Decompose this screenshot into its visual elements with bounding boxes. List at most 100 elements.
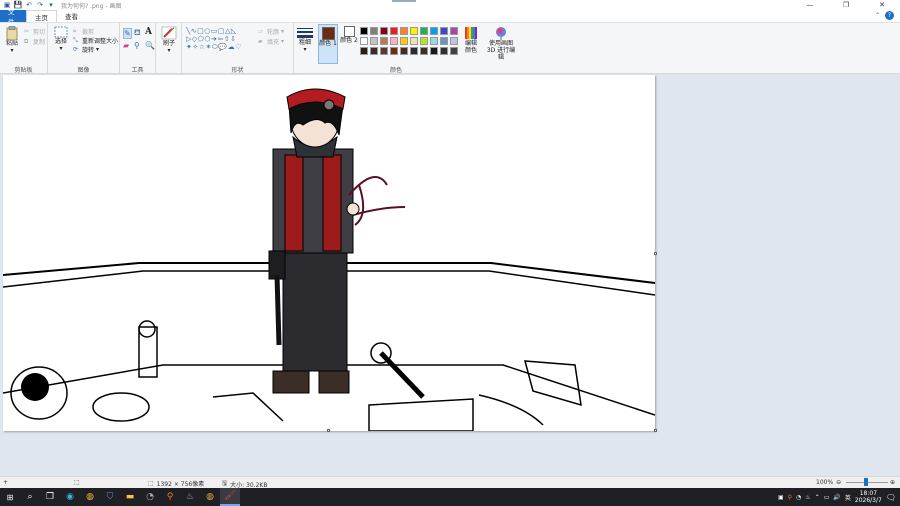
palette-swatch[interactable]	[400, 27, 408, 35]
palette-swatch[interactable]	[430, 37, 438, 45]
notification-icon[interactable]: 🗨	[886, 493, 896, 502]
help-icon[interactable]: ?	[885, 11, 894, 20]
text-tool-icon[interactable]: A	[145, 27, 152, 37]
palette-swatch[interactable]	[360, 37, 368, 45]
tray-app-icon[interactable]: ◔	[796, 494, 801, 501]
fill-bucket-icon[interactable]: ⛾	[134, 28, 141, 38]
paint-taskbar-icon[interactable]: 🖌	[220, 488, 240, 506]
palette-swatch[interactable]	[390, 47, 398, 55]
redo-icon[interactable]: ↷	[36, 1, 44, 9]
minimize-button[interactable]: —	[792, 0, 828, 10]
select-button[interactable]: 选择 ▾	[52, 26, 70, 52]
palette-swatch[interactable]	[380, 27, 388, 35]
copy-button[interactable]: ⧉ 复制	[24, 37, 45, 46]
palette-swatch[interactable]	[420, 47, 428, 55]
edit-colors-button[interactable]: 编辑颜色	[461, 26, 481, 54]
tray-chevron-up-icon[interactable]: ⌃	[815, 494, 820, 501]
color2-button[interactable]: 颜色 2	[340, 24, 358, 44]
eraser-icon[interactable]: ▰	[123, 41, 129, 50]
pencil-icon[interactable]: ✎	[123, 28, 132, 39]
palette-swatch[interactable]	[410, 47, 418, 55]
outline-button[interactable]: ▱ 轮廓 ▾	[258, 27, 284, 36]
zoom-out-icon[interactable]: ⊖	[836, 479, 841, 486]
palette-swatch[interactable]	[450, 47, 458, 55]
clock-date: 2026/3/7	[854, 497, 882, 504]
palette-swatch[interactable]	[390, 37, 398, 45]
palette-swatch[interactable]	[370, 47, 378, 55]
color-picker-icon[interactable]: ⚲	[134, 41, 140, 50]
clock[interactable]: 18:07 2026/3/7	[855, 490, 882, 504]
group-image: 选择 ▾ ⌗ 裁剪 ⤡ 重新调整大小 ⟳ 旋转 ▾ 图像	[48, 23, 120, 75]
zoom-in-icon[interactable]: ⊕	[890, 479, 895, 486]
rotate-button[interactable]: ⟳ 旋转 ▾	[73, 45, 99, 54]
security-app-icon[interactable]: ⛉	[100, 488, 120, 506]
size-button[interactable]: 粗细 ▾	[296, 27, 314, 53]
tab-home[interactable]: 主页	[26, 10, 57, 22]
tab-file[interactable]: 文件	[0, 8, 26, 26]
brush-icon	[161, 26, 177, 40]
palette-swatch[interactable]	[380, 47, 388, 55]
palette-swatch[interactable]	[440, 27, 448, 35]
palette-swatch[interactable]	[430, 47, 438, 55]
paste-button[interactable]: 粘贴 ▾	[3, 26, 21, 54]
tab-view[interactable]: 查看	[57, 10, 86, 22]
crop-button[interactable]: ⌗ 裁剪	[73, 27, 94, 36]
palette-swatch[interactable]	[430, 27, 438, 35]
color1-button[interactable]: 颜色 1	[318, 24, 338, 64]
dimensions-icon: ⬚	[148, 480, 154, 487]
palette-swatch[interactable]	[420, 27, 428, 35]
browser-icon[interactable]: ◍	[200, 488, 220, 506]
ime-indicator[interactable]: 英	[845, 493, 851, 502]
network-icon[interactable]: ▭	[824, 494, 830, 501]
chrome-icon[interactable]: ◍	[80, 488, 100, 506]
palette-swatch[interactable]	[440, 47, 448, 55]
maximize-button[interactable]: ❐	[828, 0, 864, 10]
palette-swatch[interactable]	[370, 37, 378, 45]
collapse-ribbon-icon[interactable]: ⌃	[875, 12, 880, 19]
zoom-slider-thumb[interactable]	[864, 478, 868, 486]
paint3d-button[interactable]: 使用画图 3D 进行编辑	[484, 26, 518, 61]
image-group-label: 图像	[77, 67, 90, 74]
brushes-button[interactable]: 刷子 ▾	[159, 26, 179, 54]
volume-icon[interactable]: 🔊	[833, 494, 840, 501]
undo-icon[interactable]: ↶	[25, 1, 33, 9]
palette-swatch[interactable]	[380, 37, 388, 45]
palette-swatch[interactable]	[450, 37, 458, 45]
resize-button[interactable]: ⤡ 重新调整大小	[73, 36, 118, 45]
fill-button[interactable]: ▰ 填充 ▾	[258, 37, 284, 46]
cut-button[interactable]: ✂ 剪切	[24, 27, 45, 36]
palette-swatch[interactable]	[400, 47, 408, 55]
palette-swatch[interactable]	[370, 27, 378, 35]
magnifier-icon[interactable]: 🔍	[145, 41, 155, 50]
palette-swatch[interactable]	[410, 27, 418, 35]
canvas-resize-handle-right[interactable]	[654, 252, 657, 255]
palette-swatch[interactable]	[360, 27, 368, 35]
edge-icon[interactable]: ◉	[60, 488, 80, 506]
palette-swatch[interactable]	[400, 37, 408, 45]
palette-swatch[interactable]	[360, 47, 368, 55]
close-button[interactable]: ✕	[864, 0, 900, 10]
canvas-resize-handle-bottom[interactable]	[327, 429, 330, 432]
palette-swatch[interactable]	[440, 37, 448, 45]
search-icon[interactable]: ⌕	[20, 488, 40, 506]
steam-icon[interactable]: ♨	[180, 488, 200, 506]
palette-swatch[interactable]	[390, 27, 398, 35]
tray-app-icon[interactable]: ▣	[778, 494, 784, 501]
size-label: 粗细	[298, 39, 311, 46]
media-player-icon[interactable]: ◔	[140, 488, 160, 506]
palette-swatch[interactable]	[410, 37, 418, 45]
tray-search-icon[interactable]: ⚲	[788, 494, 792, 501]
file-explorer-icon[interactable]: ▬	[120, 488, 140, 506]
palette-swatch[interactable]	[450, 27, 458, 35]
shapes-gallery[interactable]: ╲∿□○▭▢△◺ ▷◇⬠⬡➔⇦⇧⇩ ✦✧☆✶⬭💬☁♡	[186, 27, 252, 53]
canvas-resize-handle-corner[interactable]	[654, 429, 657, 432]
chevron-down-icon: ▾	[10, 47, 14, 54]
customize-toolbar-icon[interactable]: ▾	[47, 1, 55, 9]
palette-swatch[interactable]	[420, 37, 428, 45]
windows-start-icon[interactable]: ⊞	[0, 488, 20, 506]
tray-steam-icon[interactable]: ♨	[805, 494, 810, 501]
drawing-canvas[interactable]	[3, 75, 655, 431]
task-view-icon[interactable]: ❐	[40, 488, 60, 506]
search-app-icon[interactable]: ⚲	[160, 488, 180, 506]
group-shapes: ╲∿□○▭▢△◺ ▷◇⬠⬡➔⇦⇧⇩ ✦✧☆✶⬭💬☁♡ ▱ 轮廓 ▾ ▰ 填充 ▾ 形状	[182, 23, 294, 75]
